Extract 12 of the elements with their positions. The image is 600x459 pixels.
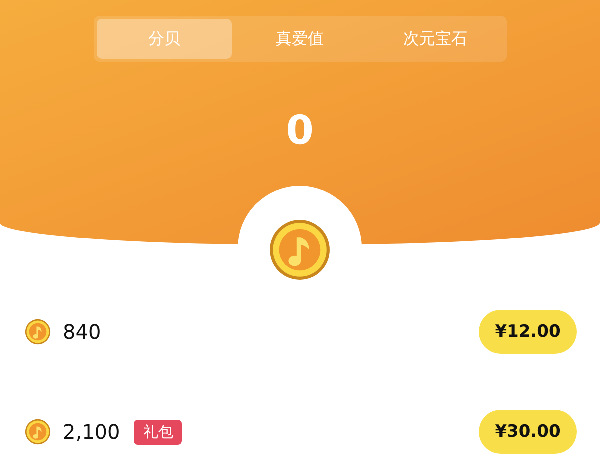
price-button[interactable]: ¥12.00	[479, 310, 577, 354]
music-note-coin-icon	[269, 219, 331, 281]
music-note-coin-icon	[25, 419, 51, 445]
price-button[interactable]: ¥30.00	[479, 410, 577, 454]
balance-value: 0	[286, 108, 314, 154]
tab[interactable]: 真爱值	[232, 19, 368, 59]
gift-pack-tag: 礼包	[134, 420, 182, 444]
music-note-coin-icon	[25, 319, 51, 345]
package-amount: 2,100	[63, 420, 120, 444]
tab[interactable]: 次元宝石	[368, 19, 504, 59]
package-amount: 840	[63, 320, 102, 344]
tab[interactable]: 分贝	[96, 19, 232, 59]
